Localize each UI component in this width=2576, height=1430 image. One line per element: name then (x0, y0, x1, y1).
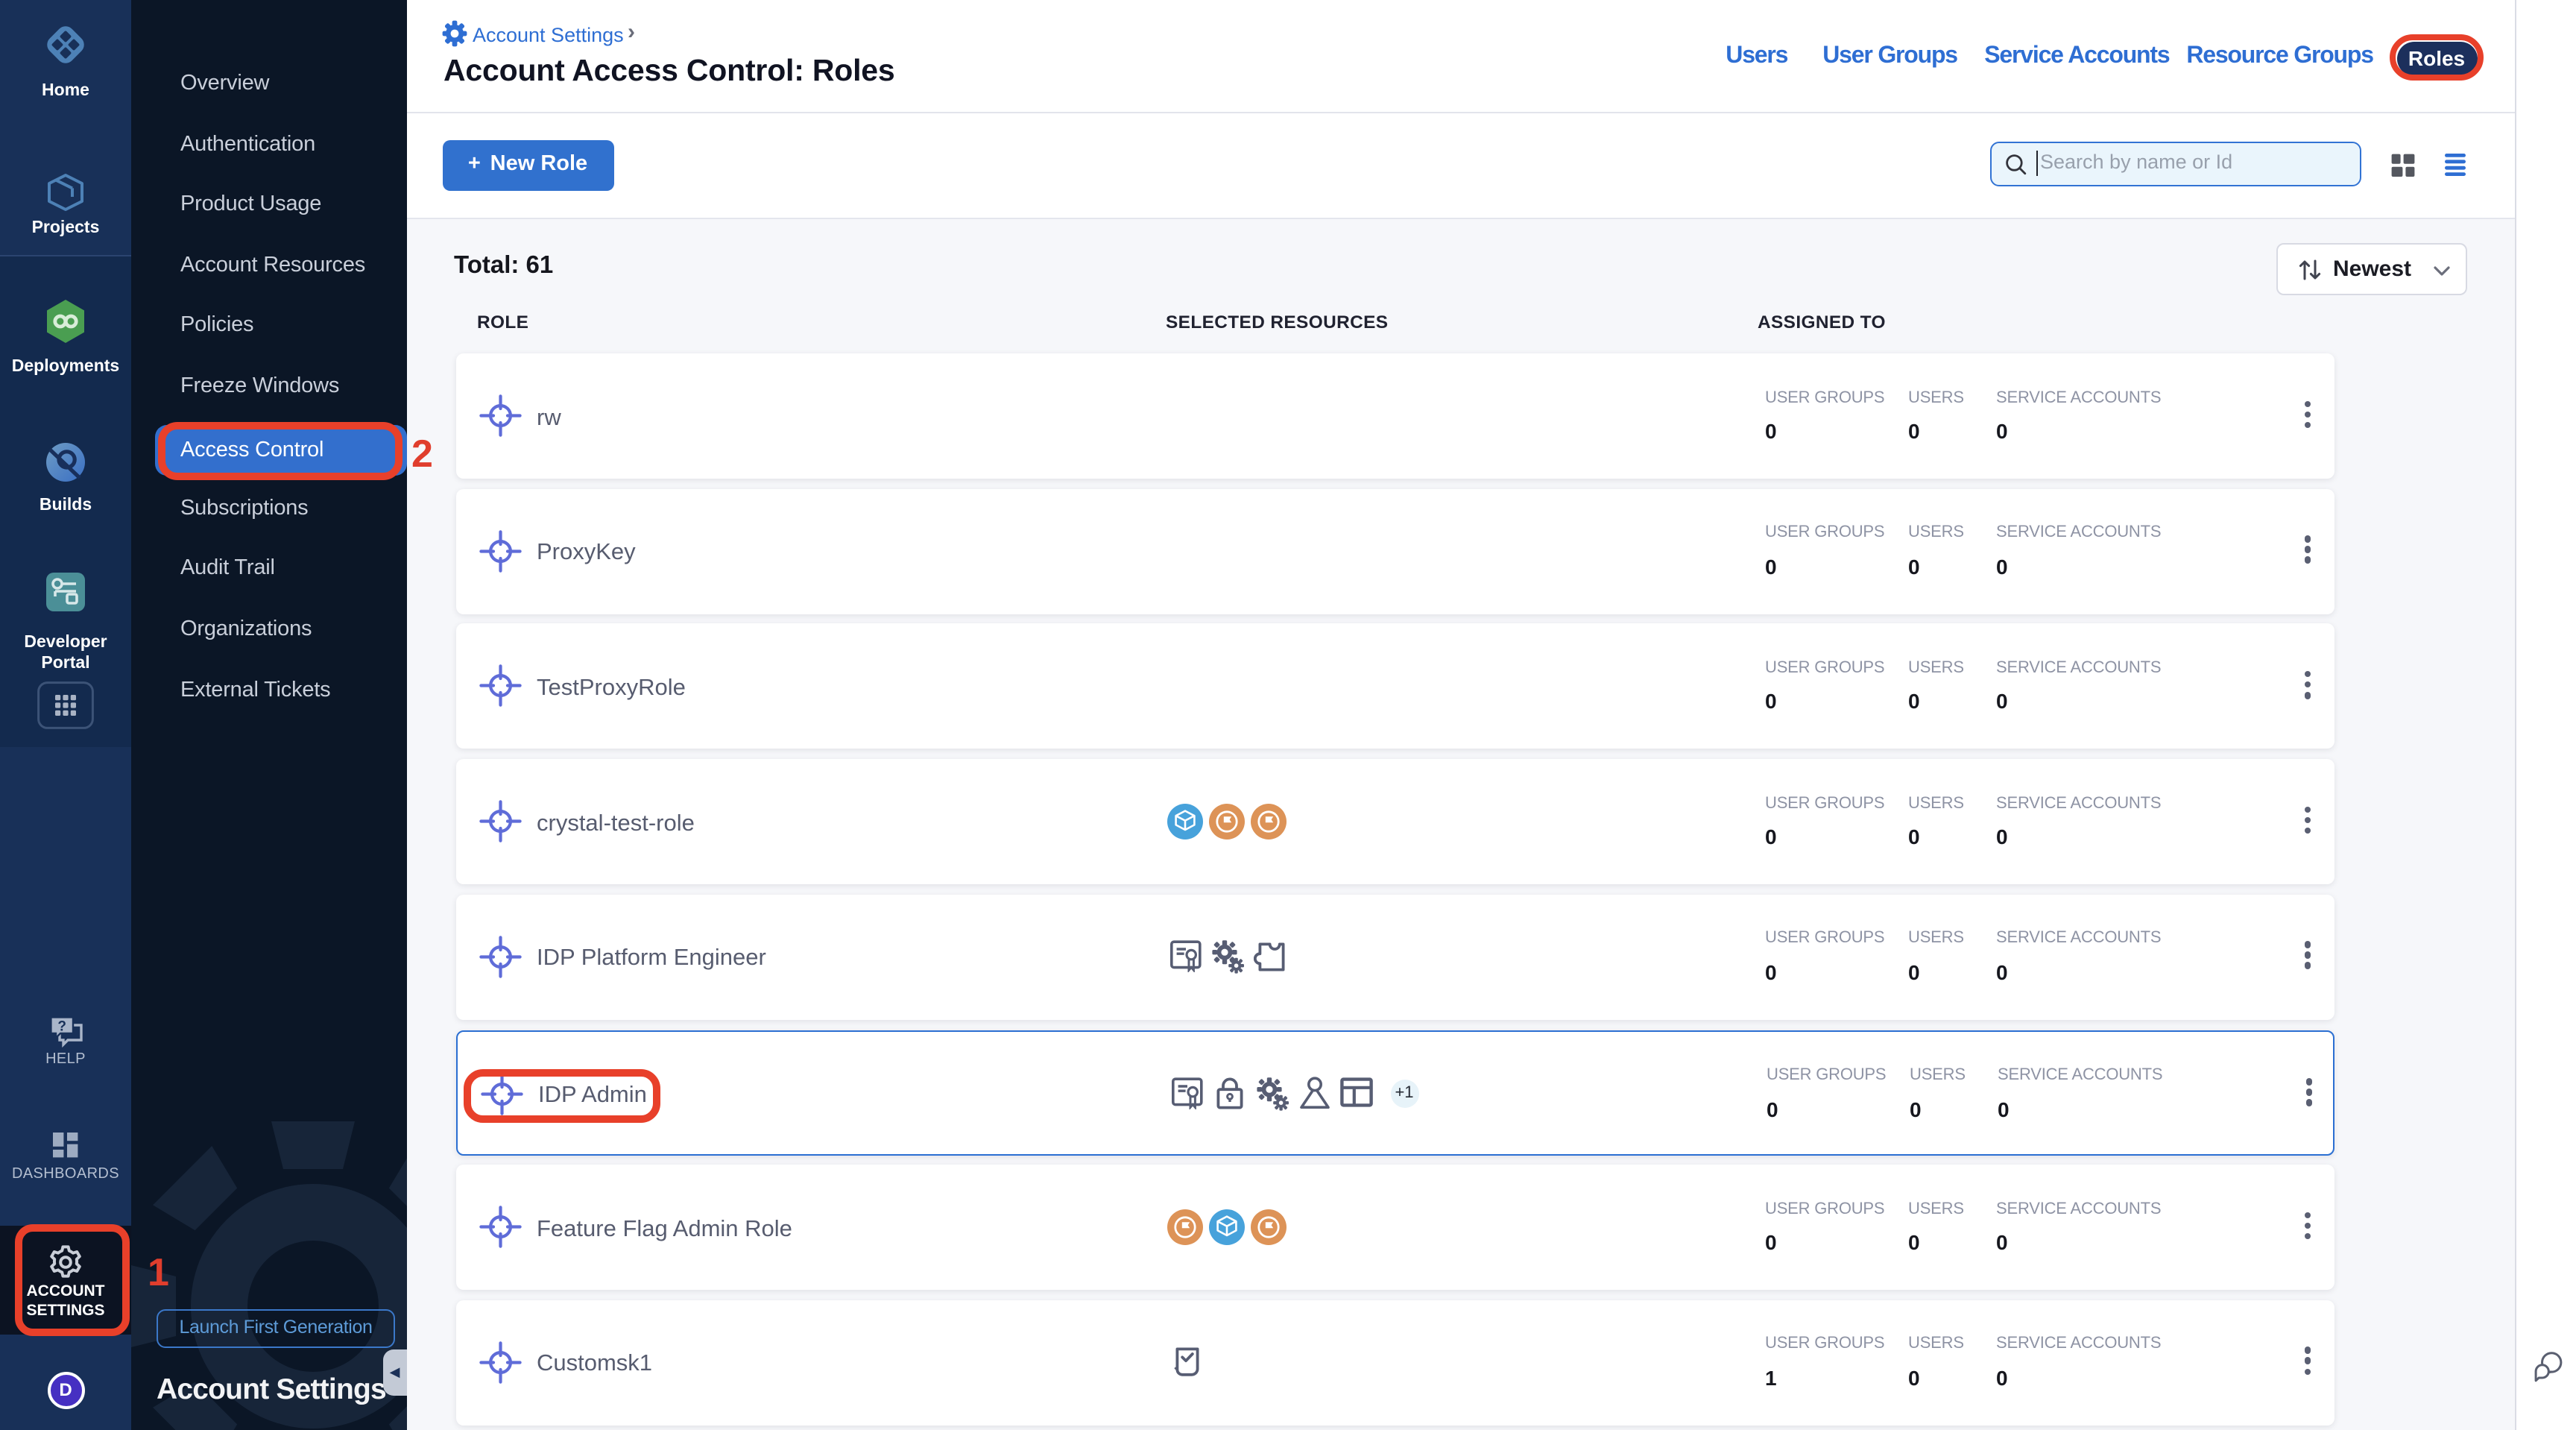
svg-text:?: ? (57, 1018, 66, 1034)
